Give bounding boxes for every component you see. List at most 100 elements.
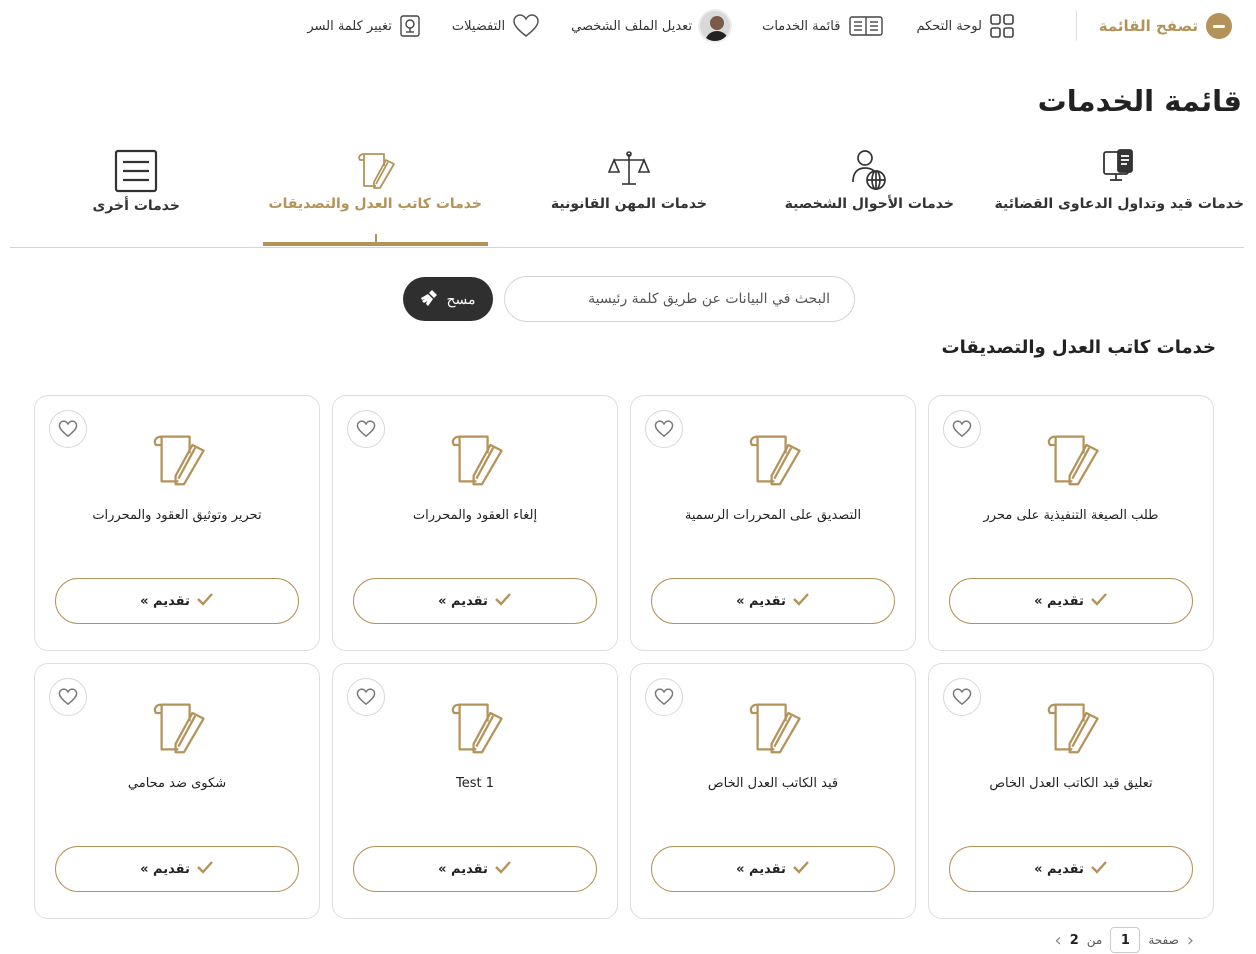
- service-card: إلغاء العقود والمحررات تقديم »: [332, 395, 618, 651]
- tab-label: خدمات كاتب العدل والتصديقات: [268, 196, 482, 212]
- tab-label: خدمات قيد وتداول الدعاوى القضائية: [994, 196, 1244, 212]
- search-input[interactable]: [504, 276, 855, 322]
- apply-button[interactable]: تقديم »: [651, 578, 895, 624]
- page-label: صفحة: [1148, 933, 1179, 947]
- tab-notary[interactable]: خدمات كاتب العدل والتصديقات: [262, 148, 488, 246]
- apply-button[interactable]: تقديم »: [55, 578, 299, 624]
- nav-link-label: لوحة التحكم: [916, 18, 982, 34]
- apply-button[interactable]: تقديم »: [353, 846, 597, 892]
- of-label: من: [1086, 933, 1103, 947]
- password-icon: [398, 13, 422, 39]
- heart-icon[interactable]: [645, 678, 683, 716]
- service-card: التصديق على المحررات الرسمية تقديم »: [630, 395, 916, 651]
- broom-icon: [420, 289, 440, 310]
- checkmark-icon: [1090, 860, 1108, 878]
- nav-link-dashboard[interactable]: لوحة التحكم: [916, 9, 1016, 43]
- tab-court-cases[interactable]: خدمات قيد وتداول الدعاوى القضائية: [995, 148, 1244, 212]
- heart-icon[interactable]: [49, 678, 87, 716]
- heart-icon[interactable]: [943, 678, 981, 716]
- service-card: Test 1 تقديم »: [332, 663, 618, 919]
- browse-menu-toggle[interactable]: تصفح القائمة: [1075, 11, 1232, 41]
- document-list-icon: [111, 148, 161, 198]
- collapse-icon: [1206, 13, 1232, 39]
- dashboard-icon: [988, 12, 1016, 40]
- apply-button[interactable]: تقديم »: [353, 578, 597, 624]
- service-card-title: تعليق قيد الكاتب العدل الخاص: [989, 776, 1153, 791]
- service-card-title: تحرير وتوثيق العقود والمحررات: [92, 508, 262, 523]
- checkmark-icon: [196, 860, 214, 878]
- heart-icon[interactable]: [347, 678, 385, 716]
- personal-status-icon: [844, 148, 894, 196]
- services-list-icon: [846, 12, 886, 40]
- heart-icon[interactable]: [943, 410, 981, 448]
- document-pen-icon: [738, 694, 808, 764]
- heart-icon: [511, 12, 541, 40]
- tab-label: خدمات الأحوال الشخصية: [784, 196, 954, 212]
- service-card: طلب الصيغة التنفيذية على محرر تقديم »: [928, 395, 1214, 651]
- apply-button-label: تقديم »: [736, 593, 786, 609]
- clear-button-label: مسح: [446, 290, 476, 307]
- checkmark-icon: [494, 592, 512, 610]
- total-pages: 2: [1069, 932, 1079, 948]
- heart-icon[interactable]: [347, 410, 385, 448]
- service-card-title: شكوى ضد محامي: [127, 776, 227, 791]
- tab-legal-professions[interactable]: خدمات المهن القانونية: [551, 148, 707, 212]
- apply-button[interactable]: تقديم »: [949, 578, 1193, 624]
- checkmark-icon: [1090, 592, 1108, 610]
- category-tabs: خدمات قيد وتداول الدعاوى القضائية خدمات …: [10, 148, 1244, 248]
- service-card-title: طلب الصيغة التنفيذية على محرر: [983, 508, 1159, 523]
- browse-menu-label: تصفح القائمة: [1098, 17, 1198, 35]
- service-card: قيد الكاتب العدل الخاص تقديم »: [630, 663, 916, 919]
- nav-link-edit-profile[interactable]: تعديل الملف الشخصي: [571, 9, 733, 43]
- service-card-title: التصديق على المحررات الرسمية: [684, 508, 862, 523]
- service-card-title: Test 1: [455, 776, 494, 791]
- document-pen-icon: [1036, 694, 1106, 764]
- tab-label: خدمات أخرى: [92, 198, 180, 214]
- service-card-title: قيد الكاتب العدل الخاص: [707, 776, 839, 791]
- document-pen-icon: [440, 426, 510, 496]
- nav-link-favorites[interactable]: التفضيلات: [452, 9, 541, 43]
- notary-icon: [350, 148, 400, 196]
- page-title: قائمة الخدمات: [1037, 84, 1242, 118]
- service-card: تحرير وتوثيق العقود والمحررات تقديم »: [34, 395, 320, 651]
- nav-link-services-list[interactable]: قائمة الخدمات: [762, 9, 886, 43]
- apply-button-label: تقديم »: [438, 593, 488, 609]
- nav-link-change-password[interactable]: تغيير كلمة السر: [307, 9, 422, 43]
- document-pen-icon: [440, 694, 510, 764]
- nav-link-label: التفضيلات: [451, 18, 506, 34]
- nav-link-label: تعديل الملف الشخصي: [571, 18, 693, 34]
- service-card-title: إلغاء العقود والمحررات: [412, 508, 538, 523]
- apply-button-label: تقديم »: [438, 861, 488, 877]
- tab-label: خدمات المهن القانونية: [550, 196, 707, 212]
- tab-other[interactable]: خدمات أخرى: [93, 148, 180, 214]
- heart-icon[interactable]: [645, 410, 683, 448]
- legal-professions-icon: [604, 148, 654, 196]
- document-pen-icon: [738, 426, 808, 496]
- previous-page-icon[interactable]: ›: [1055, 930, 1062, 951]
- current-page-input[interactable]: 1: [1110, 927, 1141, 953]
- next-page-icon[interactable]: ‹: [1187, 930, 1194, 951]
- checkmark-icon: [494, 860, 512, 878]
- apply-button[interactable]: تقديم »: [949, 846, 1193, 892]
- apply-button[interactable]: تقديم »: [55, 846, 299, 892]
- apply-button[interactable]: تقديم »: [651, 846, 895, 892]
- top-navigation: تصفح القائمة لوحة التحكم قائمة الخدمات ت…: [0, 0, 1256, 54]
- clear-button[interactable]: مسح: [403, 277, 493, 321]
- avatar: [698, 9, 733, 43]
- service-card: شكوى ضد محامي تقديم »: [34, 663, 320, 919]
- pagination: ‹ صفحة 1 من 2 ›: [1055, 927, 1194, 953]
- nav-link-label: تغيير كلمة السر: [307, 18, 392, 34]
- court-cases-icon: [1094, 148, 1144, 196]
- checkmark-icon: [196, 592, 214, 610]
- apply-button-label: تقديم »: [140, 861, 190, 877]
- nav-links: لوحة التحكم قائمة الخدمات تعديل الملف ال…: [307, 9, 1016, 43]
- heart-icon[interactable]: [49, 410, 87, 448]
- apply-button-label: تقديم »: [736, 861, 786, 877]
- checkmark-icon: [792, 860, 810, 878]
- document-pen-icon: [142, 694, 212, 764]
- tab-personal-status[interactable]: خدمات الأحوال الشخصية: [785, 148, 954, 212]
- nav-link-label: قائمة الخدمات: [762, 18, 841, 34]
- apply-button-label: تقديم »: [140, 593, 190, 609]
- document-pen-icon: [1036, 426, 1106, 496]
- service-card: تعليق قيد الكاتب العدل الخاص تقديم »: [928, 663, 1214, 919]
